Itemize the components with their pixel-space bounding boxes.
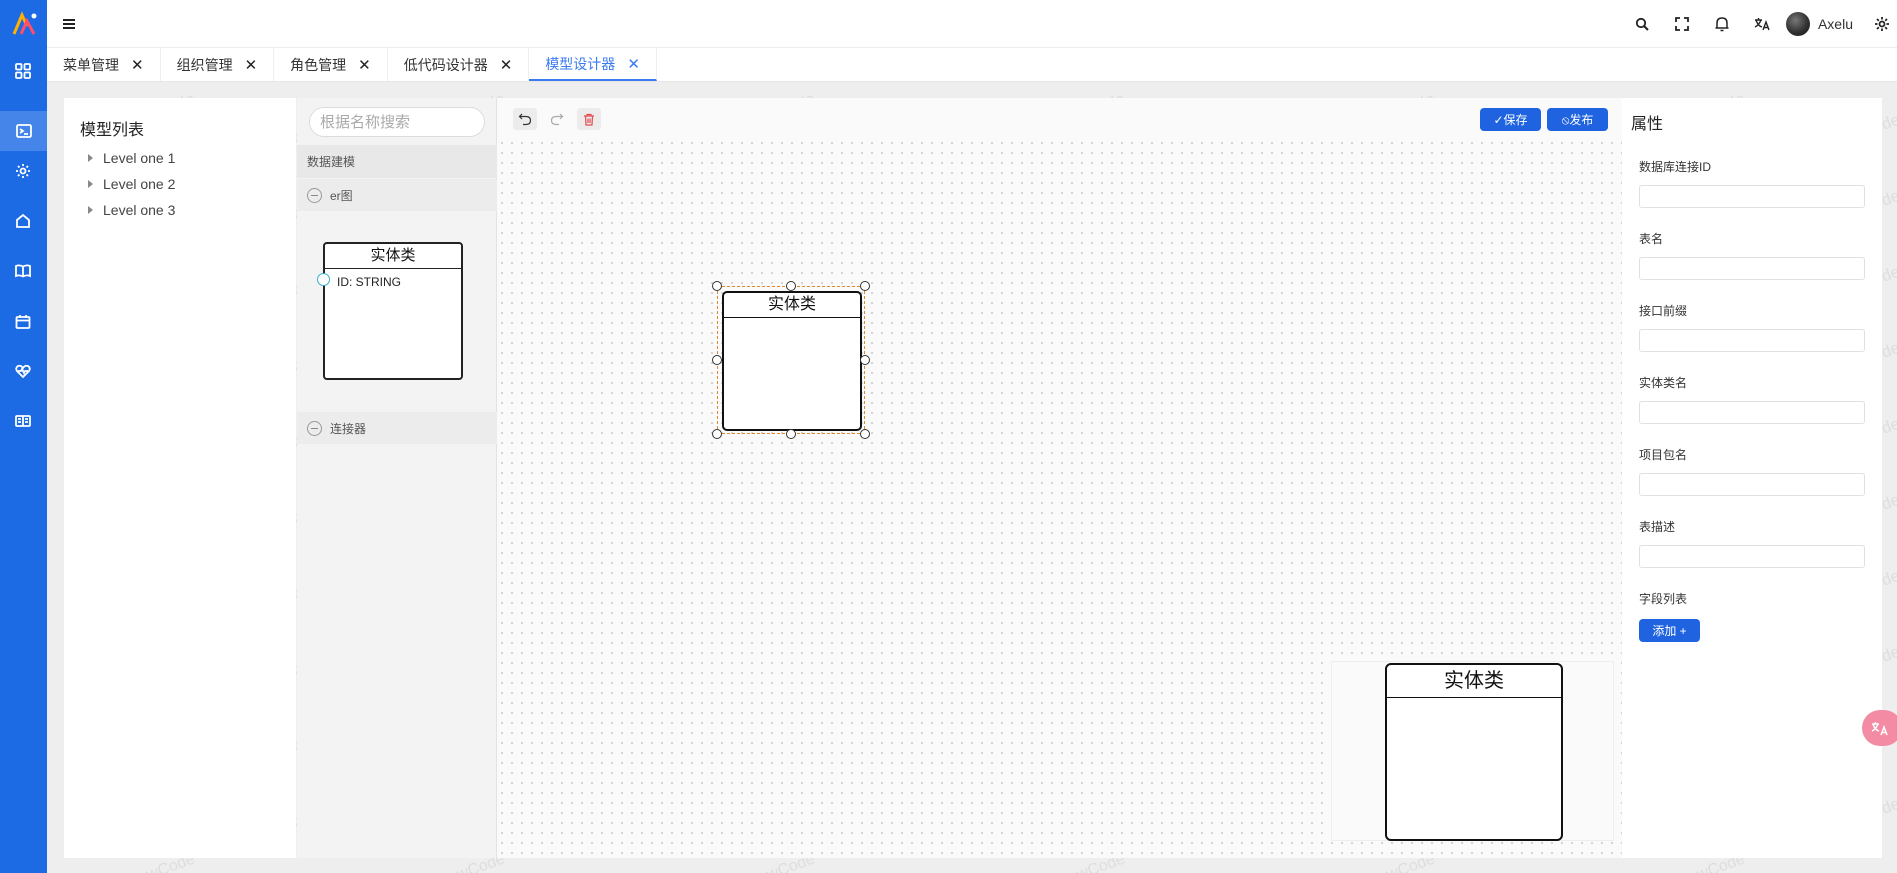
nav-home-icon[interactable] [13,211,33,231]
user-name[interactable]: Axelu [1818,16,1853,32]
collapse-icon[interactable] [307,187,322,203]
tab-menu-management[interactable]: 菜单管理 ✕ [47,48,161,81]
tab-org-management[interactable]: 组织管理 ✕ [161,48,275,81]
model-list-title: 模型列表 [80,122,145,139]
side-nav [0,0,47,873]
table-name-field[interactable] [1639,257,1865,280]
resize-handle[interactable] [786,429,796,439]
settings-icon[interactable] [1867,0,1897,48]
entity-node-title: 实体类 [724,293,860,318]
nav-calendar-icon[interactable] [13,312,33,332]
tree-item-label: Level one 3 [103,202,176,218]
canvas-toolbar: ✓保存 ⦸发布 [497,98,1622,140]
close-icon[interactable]: ✕ [131,56,144,74]
nav-book-icon[interactable] [13,261,33,281]
tab-label: 模型设计器 [545,55,616,72]
entity-shape-field: ID: STRING [337,275,402,289]
entity-shape-template[interactable]: 实体类 ID: STRING [317,242,463,380]
menu-toggle-icon[interactable] [61,16,77,32]
section-label: er图 [330,188,353,203]
nav-terminal-icon[interactable] [0,111,47,151]
resize-handle[interactable] [860,355,870,365]
model-list-panel: 模型列表 Level one 1 Level one 2 Level one 3 [64,98,296,858]
resize-handle[interactable] [712,281,722,291]
close-icon[interactable]: ✕ [627,55,640,73]
nav-health-icon[interactable] [13,361,33,381]
tab-label: 组织管理 [176,56,233,73]
prop-label: 接口前缀 [1639,304,1688,318]
translate-icon[interactable] [1742,0,1782,48]
resize-handle[interactable] [860,429,870,439]
stencil-group-header[interactable]: 数据建模 [297,145,497,178]
field-list-label: 字段列表 [1639,592,1688,606]
minimap-entity-node: 实体类 [1385,663,1563,841]
properties-panel: 属性 数据库连接ID 表名 接口前缀 实体类名 项目包名 表描述 字段列表 添加… [1622,98,1882,858]
nav-manual-icon[interactable] [13,411,33,431]
tab-label: 低代码设计器 [403,56,488,73]
tab-label: 菜单管理 [63,56,119,73]
undo-icon[interactable] [513,108,537,130]
delete-icon[interactable] [577,108,601,130]
db-connection-id-field[interactable] [1639,185,1865,208]
save-button[interactable]: ✓保存 [1480,108,1541,131]
prop-label: 表名 [1639,232,1664,246]
nav-settings-icon[interactable] [13,161,33,181]
tree-item[interactable]: Level one 3 [88,202,175,218]
close-icon[interactable]: ✕ [245,56,258,74]
stencil-section-er[interactable]: er图 [297,179,497,211]
tree-item[interactable]: Level one 1 [88,150,175,166]
resize-handle[interactable] [860,281,870,291]
user-avatar[interactable] [1785,12,1810,36]
entity-node[interactable]: 实体类 [722,291,862,431]
prop-label: 表描述 [1639,520,1676,534]
prop-label: 数据库连接ID [1639,160,1712,174]
tab-label: 角色管理 [290,56,347,73]
section-label: 连接器 [330,421,367,436]
caret-right-icon[interactable] [88,180,93,188]
resize-handle[interactable] [712,355,722,365]
properties-title: 属性 [1631,116,1664,133]
resize-handle[interactable] [786,281,796,291]
tree-item[interactable]: Level one 2 [88,176,175,192]
resize-handle[interactable] [712,429,722,439]
tab-role-management[interactable]: 角色管理 ✕ [274,48,388,81]
diagram-canvas[interactable]: ✓保存 ⦸发布 实体类 实体类 [497,98,1622,858]
close-icon[interactable]: ✕ [500,56,513,74]
app-logo-icon [12,11,37,35]
minimap[interactable]: 实体类 [1331,661,1614,841]
minimap-node-title: 实体类 [1387,665,1561,698]
caret-right-icon[interactable] [88,206,93,214]
redo-icon[interactable] [545,108,569,130]
caret-right-icon[interactable] [88,154,93,162]
top-header: Axelu [47,0,1897,48]
collapse-icon[interactable] [307,420,322,436]
tree-item-label: Level one 2 [103,176,176,192]
fullscreen-icon[interactable] [1662,0,1702,48]
prop-label: 实体类名 [1639,376,1688,390]
tab-bar: 菜单管理 ✕ 组织管理 ✕ 角色管理 ✕ 低代码设计器 ✕ 模型设计器 ✕ [47,48,1897,82]
connection-port[interactable] [317,273,330,286]
entity-shape-title: 实体类 [325,244,461,269]
close-icon[interactable]: ✕ [358,56,371,74]
tree-item-label: Level one 1 [103,150,176,166]
translate-bubble-icon[interactable] [1862,710,1897,746]
stencil-section-connector[interactable]: 连接器 [297,412,497,444]
package-name-field[interactable] [1639,473,1865,496]
nav-dashboard-icon[interactable] [13,61,33,81]
tab-model-designer[interactable]: 模型设计器 ✕ [529,48,657,81]
api-prefix-field[interactable] [1639,329,1865,352]
stencil-search-input[interactable] [309,107,485,137]
entity-class-name-field[interactable] [1639,401,1865,424]
add-field-button[interactable]: 添加 + [1639,619,1700,642]
prop-label: 项目包名 [1639,448,1688,462]
stencil-panel: 数据建模 er图 实体类 ID: STRING 连接器 [297,98,497,858]
search-icon[interactable] [1622,0,1662,48]
bell-icon[interactable] [1702,0,1742,48]
table-description-field[interactable] [1639,545,1865,568]
publish-button[interactable]: ⦸发布 [1547,108,1608,131]
tab-lowcode-designer[interactable]: 低代码设计器 ✕ [388,48,530,81]
